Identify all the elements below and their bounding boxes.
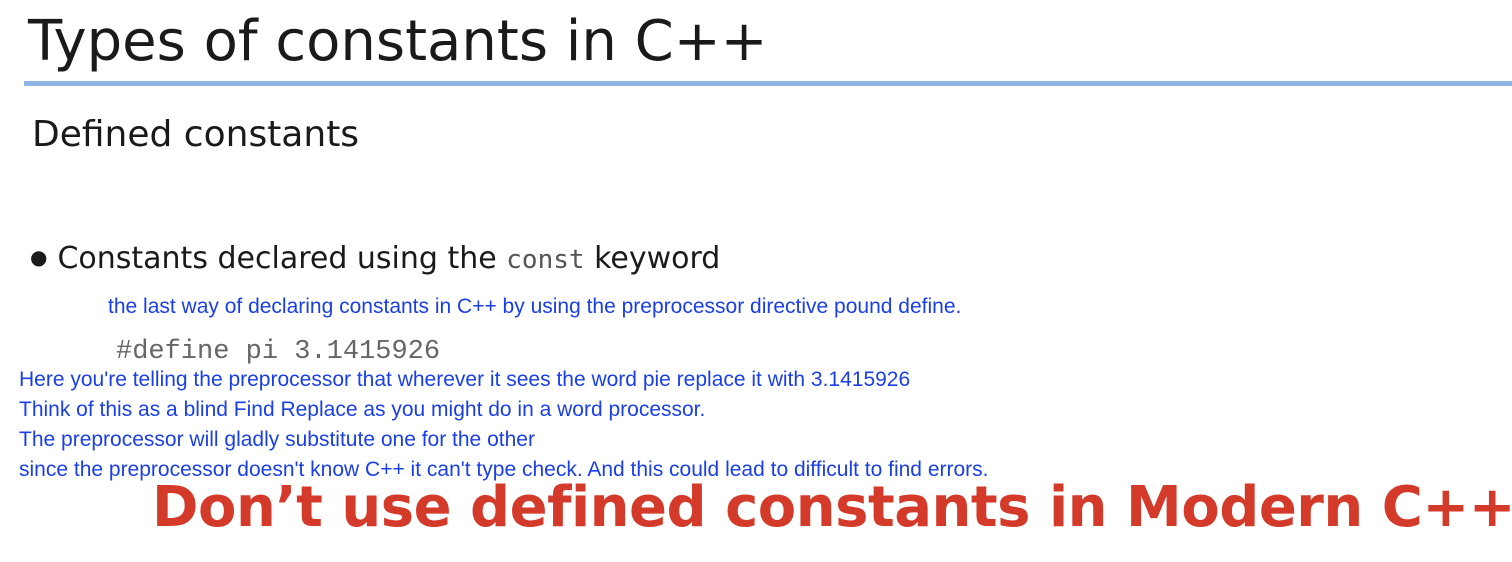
annotation-line: Think of this as a blind Find Replace as… [19, 398, 706, 421]
bullet-icon: ● [30, 245, 48, 269]
bullet-point: ● Constants declared using the const keyw… [30, 234, 720, 283]
annotation-block: Here you're telling the preprocessor tha… [19, 365, 989, 485]
annotation-line: since the preprocessor doesn't know C++ … [19, 458, 989, 481]
annotation-line: Here you're telling the preprocessor tha… [19, 368, 911, 391]
annotation-line: The preprocessor will gladly substitute … [19, 428, 535, 451]
bullet-suffix: keyword [594, 241, 721, 276]
slide-subtitle: Defined constants [32, 114, 360, 155]
slide-title: Types of constants in C++ [28, 9, 768, 74]
title-underline [24, 81, 1512, 86]
bullet-prefix: Constants declared using the [57, 241, 497, 276]
annotation-intro: the last way of declaring constants in C… [108, 295, 962, 318]
bullet-keyword: const [506, 245, 585, 275]
